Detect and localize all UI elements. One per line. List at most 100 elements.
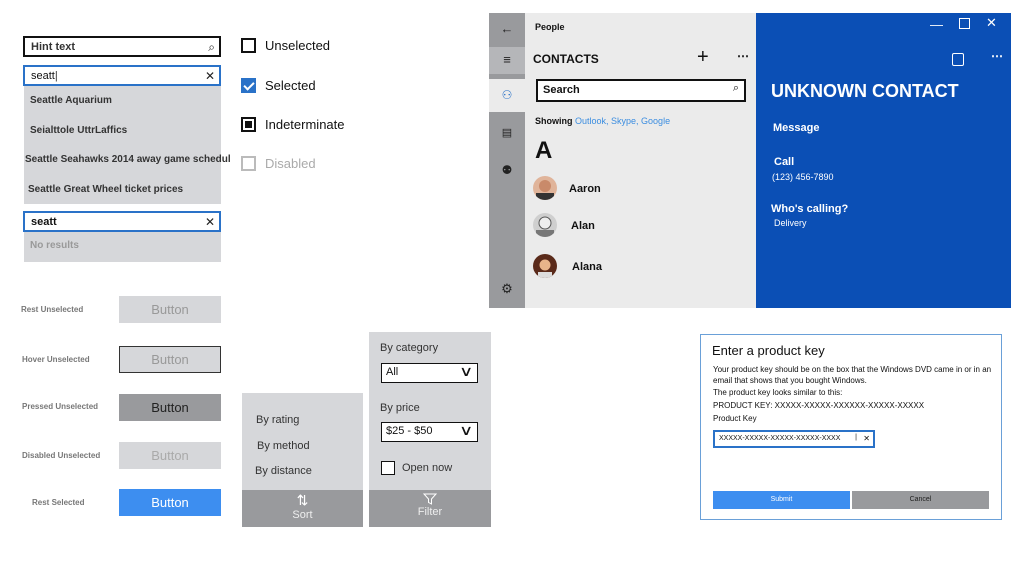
- call-action[interactable]: Call: [774, 156, 794, 168]
- hamburger-icon[interactable]: ≡: [489, 52, 525, 67]
- gear-icon[interactable]: ⚙: [489, 281, 525, 297]
- back-arrow-icon[interactable]: ←: [489, 21, 525, 36]
- product-key-input[interactable]: XXXXX-XXXXX-XXXXX-XXXXX-XXXX | ✕: [713, 430, 875, 448]
- more-icon[interactable]: ⋯: [737, 49, 749, 63]
- checkbox-indeterminate[interactable]: Indeterminate: [241, 117, 345, 132]
- clear-icon[interactable]: ✕: [863, 434, 870, 443]
- sort-option[interactable]: By rating: [256, 414, 299, 426]
- dialog-body: PRODUCT KEY: XXXXX-XXXXX-XXXXXX-XXXXX-XX…: [713, 401, 925, 410]
- price-label: By price: [380, 402, 420, 414]
- cancel-button[interactable]: Cancel: [852, 491, 989, 509]
- rest-selected-button[interactable]: Button: [119, 489, 221, 516]
- disabled-unselected-button: Button: [119, 442, 221, 469]
- no-results-text: No results: [30, 240, 79, 251]
- search-icon[interactable]: ⌕: [208, 40, 215, 55]
- search-icon[interactable]: ⌕: [733, 82, 739, 95]
- checkbox-label: Indeterminate: [265, 117, 345, 132]
- no-results-panel: No results: [24, 232, 221, 262]
- letter-header: A: [535, 137, 553, 164]
- dialog-body: The product key looks similar to this:: [713, 388, 843, 397]
- sort-tab[interactable]: ⇅ Sort: [242, 490, 363, 527]
- checkbox-label: Selected: [265, 78, 316, 93]
- sort-option[interactable]: By method: [257, 440, 310, 452]
- indeterminate-icon[interactable]: [241, 117, 256, 132]
- maximize-icon[interactable]: [959, 18, 970, 29]
- avatar[interactable]: [533, 213, 557, 237]
- search-placeholder: Search: [543, 84, 580, 96]
- dialog-title: Enter a product key: [712, 343, 825, 358]
- showing-sources[interactable]: Outlook, Skype, Google: [575, 116, 670, 126]
- no-results-search-input[interactable]: seatt ✕: [23, 211, 221, 232]
- close-icon[interactable]: ✕: [205, 69, 215, 83]
- more-icon[interactable]: ⋯: [991, 49, 1003, 63]
- save-icon[interactable]: [952, 53, 964, 66]
- suggestion-item[interactable]: Seattle Great Wheel ticket prices: [24, 175, 221, 205]
- search-query: seatt: [31, 216, 57, 228]
- nav-rail: ← ≡ ⚇ ▤ ⚉ ⚙: [489, 13, 525, 308]
- field-label: Product Key: [713, 414, 757, 423]
- checkmark-icon[interactable]: [241, 78, 256, 93]
- checkbox-box: [241, 156, 256, 171]
- group-icon[interactable]: ⚉: [489, 163, 525, 177]
- app-title: People: [535, 22, 565, 32]
- minimize-icon[interactable]: —: [930, 17, 943, 32]
- suggestion-item[interactable]: Seattle Aquarium: [24, 86, 221, 116]
- category-label: By category: [380, 342, 439, 354]
- contact-detail-pane: — ✕ ⋯ UNKNOWN CONTACT Message Call (123)…: [756, 13, 1011, 308]
- hint-search-input[interactable]: Hint text ⌕: [23, 36, 221, 57]
- avatar[interactable]: [533, 254, 557, 278]
- checkbox-box[interactable]: [381, 461, 395, 475]
- checkbox-disabled: Disabled: [241, 156, 316, 171]
- contact-name[interactable]: Alana: [572, 261, 602, 273]
- pressed-unselected-button[interactable]: Button: [119, 394, 221, 421]
- checkbox-label: Disabled: [265, 156, 316, 171]
- filter-tab[interactable]: Filter: [369, 490, 491, 527]
- contacts-list-pane: People CONTACTS + ⋯ Search ⌕ Showing Out…: [525, 13, 756, 308]
- checkbox-unselected[interactable]: Unselected: [241, 38, 330, 53]
- dialog-body: Your product key should be on the box th…: [713, 365, 992, 385]
- submit-button[interactable]: Submit: [713, 491, 850, 509]
- people-icon[interactable]: ⚇: [489, 88, 525, 102]
- showing-label: Showing: [535, 116, 573, 126]
- state-label: Hover Unselected: [22, 355, 90, 364]
- category-dropdown[interactable]: All ∨: [381, 363, 478, 383]
- checkbox-box[interactable]: [241, 38, 256, 53]
- open-now-checkbox[interactable]: Open now: [381, 461, 452, 475]
- close-icon[interactable]: ✕: [205, 215, 215, 229]
- sort-icon: ⇅: [296, 492, 309, 508]
- suggestion-item[interactable]: Seattle Seahawks 2014 away game schedul: [24, 145, 231, 175]
- state-label: Rest Selected: [32, 498, 85, 507]
- filter-panel: By category All ∨ By price $25 - $50 ∨ O…: [369, 332, 491, 490]
- hover-unselected-button[interactable]: Button: [119, 346, 221, 373]
- hint-text: Hint text: [31, 41, 75, 53]
- calling-reason: Delivery: [774, 218, 807, 228]
- avatar[interactable]: [533, 176, 557, 200]
- checkbox-selected[interactable]: Selected: [241, 78, 316, 93]
- contact-name[interactable]: Aaron: [569, 183, 601, 195]
- search-query: seatt: [31, 70, 55, 82]
- price-dropdown[interactable]: $25 - $50 ∨: [381, 422, 478, 442]
- message-action[interactable]: Message: [773, 122, 819, 134]
- product-key-value: XXXXX-XXXXX-XXXXX-XXXXX-XXXX: [719, 435, 841, 442]
- showing-line: Showing Outlook, Skype, Google: [535, 116, 670, 126]
- chevron-down-icon: ∨: [458, 363, 474, 379]
- suggestion-list: Seattle Aquarium Seialttole UttrLaffics …: [24, 86, 231, 205]
- suggestion-item[interactable]: Seialttole UttrLaffics: [24, 116, 221, 146]
- active-search-input[interactable]: seatt| ✕: [23, 65, 221, 86]
- rest-unselected-button[interactable]: Button: [119, 296, 221, 323]
- close-icon[interactable]: ✕: [986, 15, 997, 31]
- chevron-down-icon: ∨: [458, 422, 474, 438]
- sort-option[interactable]: By distance: [255, 465, 312, 477]
- contact-card-icon[interactable]: ▤: [489, 126, 525, 139]
- open-now-label: Open now: [402, 462, 453, 474]
- state-label: Rest Unselected: [21, 305, 84, 314]
- contact-name[interactable]: Alan: [571, 220, 595, 232]
- add-icon[interactable]: +: [697, 46, 709, 69]
- filter-tab-label: Filter: [417, 506, 443, 518]
- sort-panel: By rating By method By distance: [242, 393, 363, 490]
- product-key-dialog: Enter a product key Your product key sho…: [700, 334, 1002, 520]
- contact-name-title: UNKNOWN CONTACT: [771, 81, 959, 101]
- state-label: Disabled Unselected: [22, 451, 101, 460]
- category-value: All: [386, 366, 399, 378]
- contacts-search-input[interactable]: Search ⌕: [536, 79, 746, 102]
